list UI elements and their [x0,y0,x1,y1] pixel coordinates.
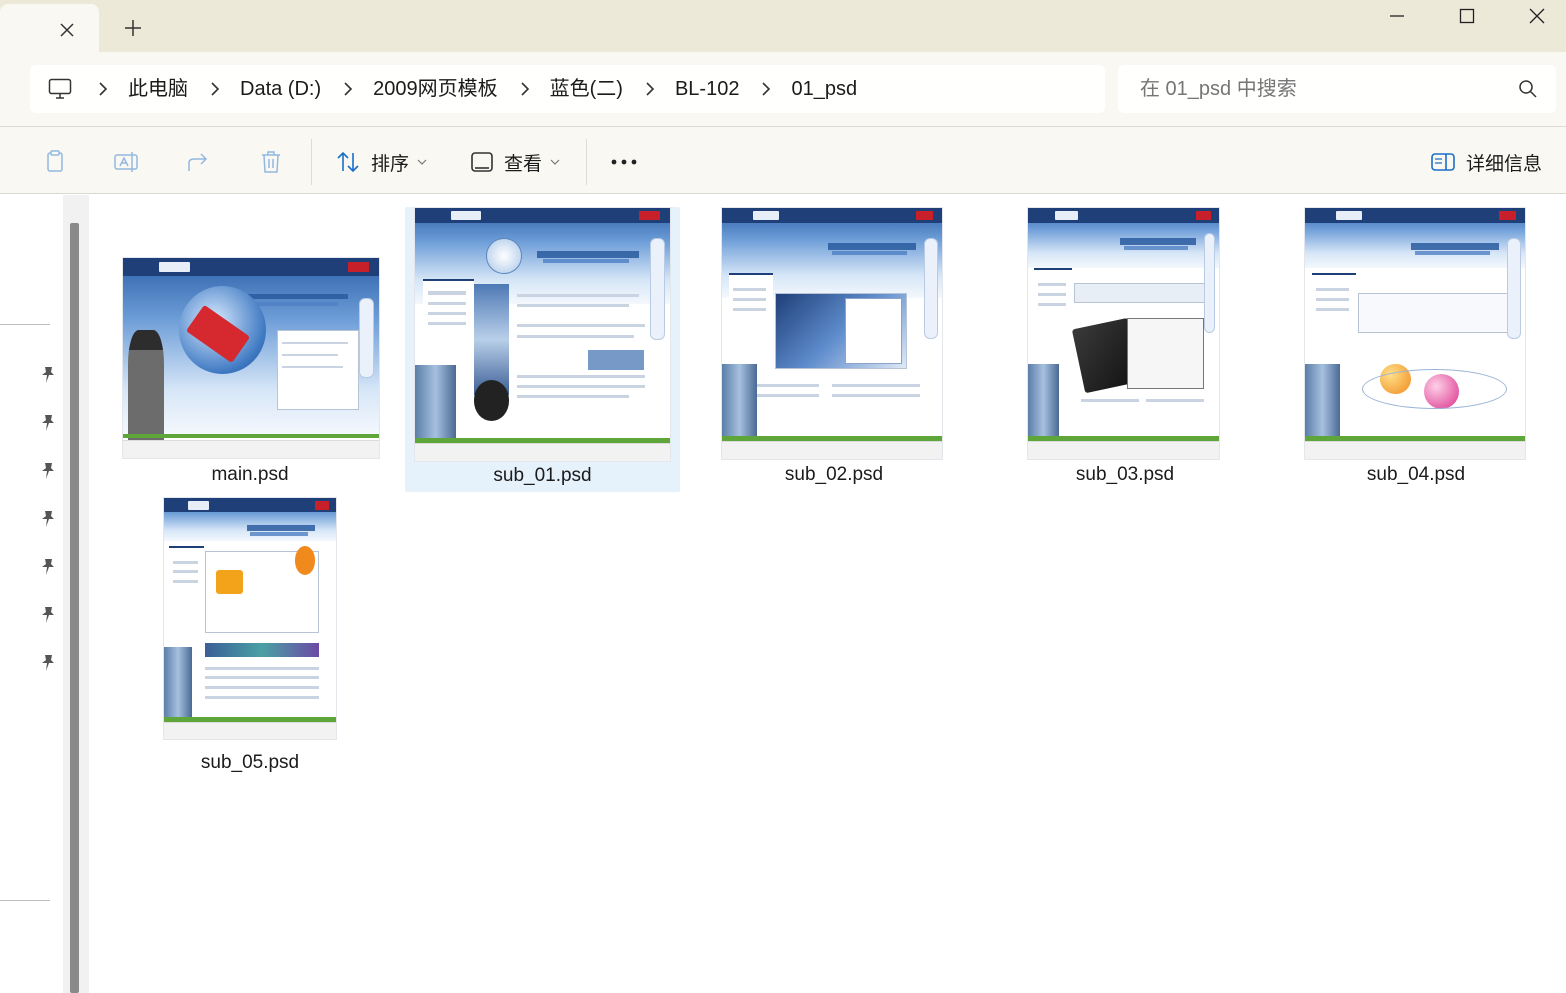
pin-icon[interactable] [38,365,58,385]
file-thumbnail [1027,207,1220,460]
more-options-icon[interactable] [604,145,644,179]
chevron-down-icon [417,159,427,165]
chevron-right-icon[interactable] [335,65,361,113]
file-item-sub-03[interactable]: sub_03.psd [987,207,1263,491]
pin-icon[interactable] [38,461,58,481]
trash-icon[interactable] [256,147,286,177]
minimize-icon[interactable] [1363,0,1431,32]
sort-button[interactable]: 排序 [335,143,427,181]
chevron-down-icon [550,159,560,165]
file-name: main.psd [211,464,289,485]
file-name: sub_01.psd [493,465,592,486]
file-item-sub-05[interactable]: sub_05.psd [112,495,388,781]
breadcrumb-folder-2009[interactable]: 2009网页模板 [361,71,512,107]
details-pane-button[interactable]: 详细信息 [1430,143,1542,181]
nav-divider [0,324,50,325]
view-layout-icon [471,152,493,172]
toolbar-divider [586,139,587,185]
file-item-sub-01[interactable]: sub_01.psd [405,207,680,492]
pin-icon[interactable] [38,413,58,433]
close-tab-icon[interactable] [55,18,79,42]
view-button[interactable]: 查看 [470,143,560,181]
breadcrumb-this-pc[interactable]: 此电脑 [116,71,202,107]
breadcrumb-folder-blue[interactable]: 蓝色(二) [538,71,637,107]
file-item-sub-02[interactable]: sub_02.psd [696,207,972,491]
chevron-right-icon[interactable] [512,65,538,113]
search-icon[interactable] [1518,79,1538,99]
pin-icon[interactable] [38,557,58,577]
breadcrumb-folder-current[interactable]: 01_psd [779,71,871,107]
breadcrumb-folder-bl102[interactable]: BL-102 [663,71,754,107]
file-thumbnail [163,497,337,740]
command-bar: 排序 查看 详细信息 [0,126,1566,194]
chevron-right-icon[interactable] [202,65,228,113]
sort-arrows-icon [337,151,359,173]
sort-label: 排序 [371,153,410,175]
breadcrumb[interactable]: 此电脑 Data (D:) 2009网页模板 蓝色(二) BL-102 01_p… [30,65,1105,113]
file-name: sub_04.psd [1366,464,1466,485]
search-box[interactable] [1118,65,1556,113]
pin-icon[interactable] [38,605,58,625]
file-thumbnail [1304,207,1526,460]
copy-icon[interactable] [40,147,70,177]
file-item-main[interactable]: main.psd [112,207,388,491]
rename-icon[interactable] [112,147,142,177]
maximize-icon[interactable] [1433,0,1501,32]
nav-scrollbar-thumb[interactable] [70,223,79,993]
file-grid[interactable]: main.psd sub_01.psd sub_02.psd sub_03.ps… [90,195,1566,993]
file-name: sub_02.psd [784,464,884,485]
search-input[interactable] [1118,65,1498,113]
chevron-right-icon[interactable] [90,65,116,113]
file-name: sub_03.psd [1075,464,1175,485]
details-label: 详细信息 [1466,153,1543,175]
explorer-tab[interactable] [0,4,99,52]
nav-divider [0,900,50,901]
title-bar [0,0,1566,52]
file-thumbnail [721,207,943,460]
file-thumbnail [122,257,380,459]
file-item-sub-04[interactable]: sub_04.psd [1278,207,1554,491]
pin-icon[interactable] [38,509,58,529]
pin-icon[interactable] [38,653,58,673]
address-row: 此电脑 Data (D:) 2009网页模板 蓝色(二) BL-102 01_p… [0,52,1566,126]
close-window-icon[interactable] [1503,0,1566,32]
file-thumbnail [414,207,671,462]
share-icon[interactable] [184,147,214,177]
toolbar-divider [311,139,312,185]
computer-icon[interactable] [30,65,90,113]
chevron-right-icon[interactable] [753,65,779,113]
view-label: 查看 [504,153,543,175]
details-pane-icon [1431,153,1455,171]
new-tab-plus-icon[interactable] [121,16,145,40]
chevron-right-icon[interactable] [637,65,663,113]
file-name: sub_05.psd [200,752,300,773]
breadcrumb-drive[interactable]: Data (D:) [228,71,335,107]
navigation-pane[interactable] [0,195,90,993]
